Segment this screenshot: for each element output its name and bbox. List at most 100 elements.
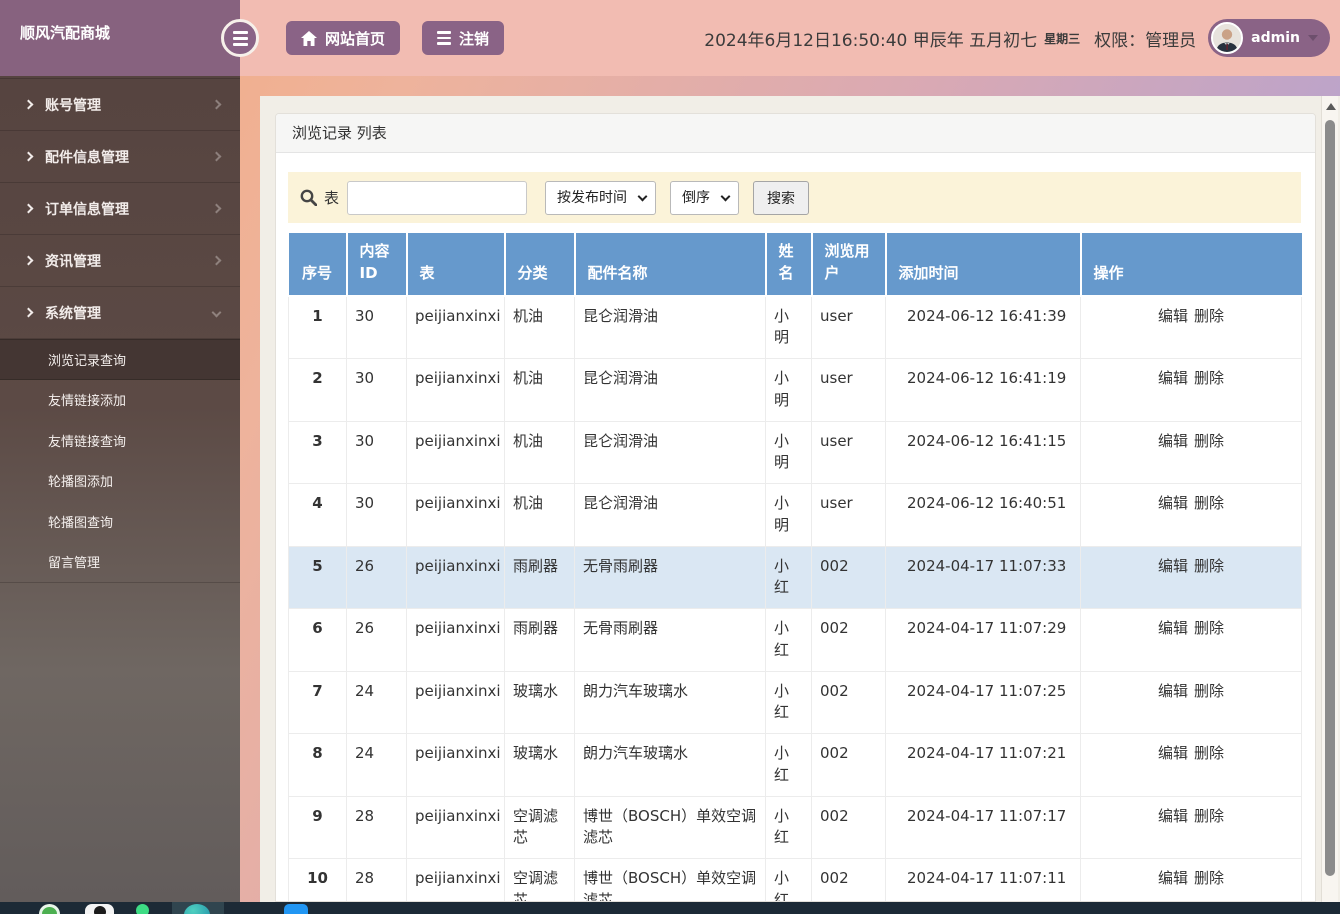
scrollbar-thumb[interactable] [1325,120,1335,876]
delete-link[interactable]: 删除 [1194,369,1224,387]
cell-name: 小红 [765,608,812,672]
cell-actions: 编辑 删除 [1080,608,1302,672]
cell-category: 玻璃水 [504,733,575,797]
edit-link[interactable]: 编辑 [1158,682,1188,700]
sidebar-item-orders[interactable]: 订单信息管理 [0,183,240,235]
cell-content_id: 28 [346,795,407,859]
chevron-right-icon [23,307,34,318]
topbar: 顺风汽配商城 网站首页 注销 2024年6月12日16:50:40 甲辰年 五月… [0,0,1340,76]
cell-time: 2024-06-12 16:41:39 [885,295,1081,359]
delete-link[interactable]: 删除 [1194,682,1224,700]
delete-link[interactable]: 删除 [1194,557,1224,575]
vertical-scrollbar[interactable] [1321,96,1338,902]
site-home-button[interactable]: 网站首页 [286,21,401,55]
delete-link[interactable]: 删除 [1194,307,1224,325]
sidebar-toggle-button[interactable] [221,19,259,57]
delete-link[interactable]: 删除 [1194,744,1224,762]
edit-link[interactable]: 编辑 [1158,869,1188,887]
logout-button[interactable]: 注销 [422,21,505,55]
cell-viewer: 002 [811,670,886,734]
cell-table: peijianxinxi [406,420,505,484]
table-row: 3 30 peijianxinxi 机油 昆仑润滑油 小明 user 2024-06-12 1… [288,420,1302,484]
sort-select[interactable]: 按发布时间 [545,180,657,215]
cell-no: 6 [288,608,347,672]
taskbar-app-icon[interactable] [85,904,114,914]
edit-link[interactable]: 编辑 [1158,744,1188,762]
cell-actions: 编辑 删除 [1080,358,1302,422]
table-row: 9 28 peijianxinxi 空调滤芯 博世（BOSCH）单效空调滤芯 小红 002 2… [288,795,1302,859]
chevron-right-icon [211,255,222,266]
cell-table: peijianxinxi [406,483,505,547]
cell-name: 小明 [765,420,812,484]
sidebar-item-system[interactable]: 系统管理 [0,287,240,339]
topbar-right: 网站首页 注销 2024年6月12日16:50:40 甲辰年 五月初七 星期三 … [240,0,1340,76]
column-header: 操作 [1080,233,1302,297]
search-button[interactable]: 搜索 [753,180,810,215]
edit-link[interactable]: 编辑 [1158,557,1188,575]
sidebar: 账号管理 配件信息管理 订单信息管理 资讯管理 系统管理 浏览记录查询 友情链接… [0,76,240,902]
edit-link[interactable]: 编辑 [1158,307,1188,325]
sidebar-subitem-browse-history[interactable]: 浏览记录查询 [0,339,240,380]
main-content: 浏览记录 列表 表 按发布时间 倒序 搜索 序号 内容ID 表分类 配件名称 姓名 浏览用… [260,96,1340,902]
sidebar-subitem-carousel-query[interactable]: 轮播图查询 [0,501,240,542]
sidebar-item-parts-info[interactable]: 配件信息管理 [0,131,240,183]
cell-part_name: 无骨雨刷器 [574,545,766,609]
cell-actions: 编辑 删除 [1080,483,1302,547]
list-icon [437,31,452,45]
cell-actions: 编辑 删除 [1080,858,1302,901]
cell-table: peijianxinxi [406,795,505,859]
column-header: 分类 [504,233,576,297]
delete-link[interactable]: 删除 [1194,494,1224,512]
cell-name: 小红 [765,858,812,901]
cell-viewer: 002 [811,545,886,609]
table-row: 10 28 peijianxinxi 空调滤芯 博世（BOSCH）单效空调滤芯 小红 002… [288,858,1302,901]
home-icon [301,30,317,46]
site-home-label: 网站首页 [325,29,386,48]
sidebar-subitem-label: 轮播图查询 [48,515,114,531]
user-menu[interactable]: admin [1208,19,1330,57]
delete-link[interactable]: 删除 [1194,432,1224,450]
cell-viewer: user [811,483,886,547]
permission-text: 权限：管理员 [1094,30,1197,51]
table-row: 6 26 peijianxinxi 雨刷器 无骨雨刷器 小红 002 2024-04-17 1… [288,608,1302,672]
cell-time: 2024-06-12 16:40:51 [885,483,1081,547]
search-input[interactable] [347,180,528,215]
order-select-wrap: 倒序 [670,180,740,215]
sidebar-subitem-messages[interactable]: 留言管理 [0,542,240,583]
edit-link[interactable]: 编辑 [1158,369,1188,387]
sidebar-item-label: 订单信息管理 [45,201,129,218]
delete-link[interactable]: 删除 [1194,807,1224,825]
search-field-label: 表 [324,189,340,207]
cell-viewer: 002 [811,795,886,859]
delete-link[interactable]: 删除 [1194,619,1224,637]
sidebar-subitem-friendlink-add[interactable]: 友情链接添加 [0,380,240,421]
delete-link[interactable]: 删除 [1194,869,1224,887]
cell-time: 2024-06-12 16:41:19 [885,358,1081,422]
table-row: 7 24 peijianxinxi 玻璃水 朗力汽车玻璃水 小红 002 2024-04-17… [288,670,1302,734]
cell-viewer: 002 [811,733,886,797]
panel-title: 浏览记录 列表 [276,114,1315,153]
sidebar-item-news[interactable]: 资讯管理 [0,235,240,287]
cell-part_name: 博世（BOSCH）单效空调滤芯 [574,795,766,859]
sidebar-subitem-friendlink-query[interactable]: 友情链接查询 [0,420,240,461]
order-select[interactable]: 倒序 [670,180,740,215]
cell-table: peijianxinxi [406,733,505,797]
cell-part_name: 昆仑润滑油 [574,483,766,547]
taskbar-app-icon[interactable] [39,904,60,914]
edit-link[interactable]: 编辑 [1158,619,1188,637]
records-panel: 浏览记录 列表 表 按发布时间 倒序 搜索 序号 内容ID 表分类 配件名称 姓名 浏览用… [275,113,1316,902]
edit-link[interactable]: 编辑 [1158,494,1188,512]
taskbar-app-icon[interactable] [136,904,149,914]
edit-link[interactable]: 编辑 [1158,807,1188,825]
sidebar-item-account[interactable]: 账号管理 [0,79,240,131]
taskbar-app-icon[interactable] [284,904,308,914]
cell-actions: 编辑 删除 [1080,733,1302,797]
cell-no: 10 [288,858,347,901]
edit-link[interactable]: 编辑 [1158,432,1188,450]
cell-content_id: 24 [346,733,407,797]
cell-name: 小红 [765,670,812,734]
sidebar-subitem-carousel-add[interactable]: 轮播图添加 [0,461,240,502]
scroll-up-arrow-icon[interactable] [1326,103,1336,110]
search-bar: 表 按发布时间 倒序 搜索 [288,172,1301,223]
cell-actions: 编辑 删除 [1080,420,1302,484]
